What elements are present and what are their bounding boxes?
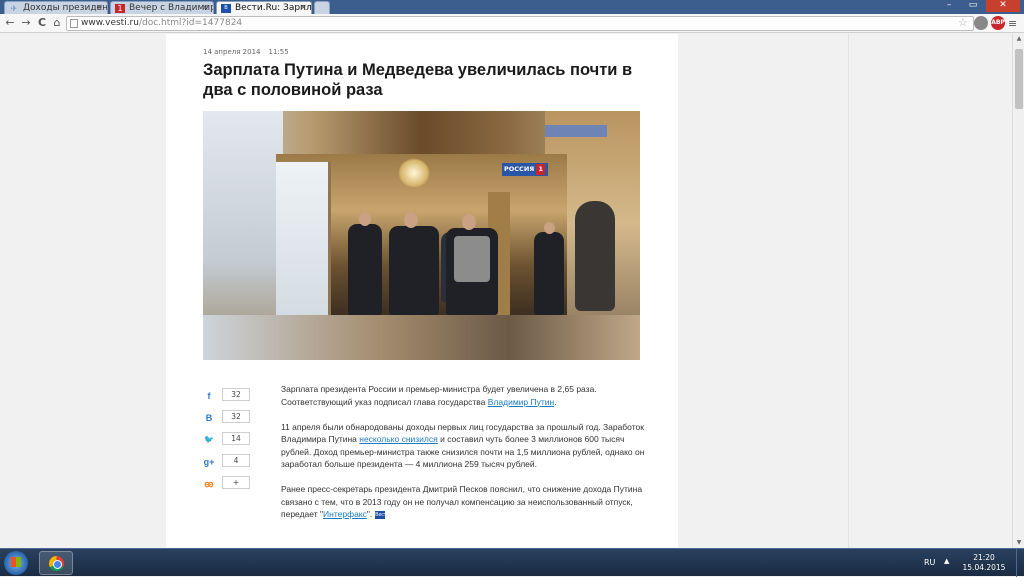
decreased-link[interactable]: несколько снизился — [359, 434, 437, 444]
article-time: 11:55 — [268, 48, 289, 56]
clock-date: 15.04.2015 — [962, 563, 1006, 572]
forward-button[interactable]: → — [19, 16, 33, 30]
twitter-icon[interactable]: 🐦 — [203, 434, 215, 446]
tab-bar: ✈ Доходы президента × 1 Вечер с Владимир… — [0, 0, 1024, 14]
show-desktop-button[interactable] — [1016, 549, 1024, 577]
address-bar[interactable]: www.vesti.ru/doc.html?id=1477824 — [66, 16, 974, 31]
person-head — [544, 222, 555, 234]
chandelier — [398, 158, 430, 188]
language-indicator[interactable]: RU — [924, 558, 935, 567]
putin-link[interactable]: Владимир Путин — [488, 397, 554, 407]
close-icon[interactable]: × — [201, 2, 209, 14]
grey-vest — [454, 236, 490, 282]
url-host: www.vesti.ru — [81, 18, 139, 28]
vkontakte-icon[interactable]: В — [203, 412, 215, 424]
blurred-logo — [545, 125, 607, 137]
share-count: 32 — [222, 410, 250, 423]
reload-button[interactable]: C — [35, 16, 49, 30]
close-icon[interactable]: × — [299, 2, 307, 14]
scroll-down-arrow-icon[interactable]: ▼ — [1014, 538, 1024, 548]
person-figure — [348, 224, 382, 315]
tab-vesti[interactable]: В Вести.Ru: Зарплата × — [216, 1, 312, 14]
blurred-person — [575, 201, 615, 311]
extension-icon[interactable] — [974, 16, 988, 30]
photo-blur-bottom — [203, 315, 640, 360]
sidebar-divider — [848, 34, 849, 548]
share-twitter[interactable]: 🐦 14 — [203, 431, 253, 453]
tab-income[interactable]: ✈ Доходы президента × — [4, 1, 108, 14]
abp-icon[interactable]: ABP — [991, 16, 1005, 30]
system-clock[interactable]: 21:20 15.04.2015 — [962, 553, 1006, 573]
browser-toolbar: ← → C ⌂ www.vesti.ru/doc.html?id=1477824… — [0, 14, 1024, 33]
video-frame: РОССИЯ 1 — [276, 154, 567, 315]
start-button[interactable] — [4, 551, 28, 575]
page-scrollbar[interactable]: ▲ ▼ — [1012, 34, 1024, 548]
article-body: Зарплата президента России и премьер-мин… — [281, 383, 646, 533]
close-window-button[interactable]: ✕ — [986, 0, 1020, 12]
odnoklassniki-icon[interactable]: ꙭ — [203, 478, 215, 490]
tray-arrow-icon[interactable]: ▲ — [944, 557, 949, 565]
vesti-source-icon[interactable]: Вести — [375, 510, 389, 519]
paragraph: Зарплата президента России и премьер-мин… — [281, 384, 597, 407]
bookmark-star-icon[interactable]: ☆ — [958, 16, 968, 29]
page-icon — [70, 19, 78, 28]
interfax-link[interactable]: Интерфакс — [323, 509, 367, 519]
share-count: 4 — [222, 454, 250, 467]
vesti-icon: В — [221, 4, 231, 13]
minimize-button[interactable]: – — [938, 0, 960, 12]
share-count: + — [222, 476, 250, 489]
share-google-plus[interactable]: g+ 4 — [203, 453, 253, 475]
taskbar-chrome-button[interactable] — [39, 551, 73, 575]
person-head — [359, 212, 371, 226]
article-title: Зарплата Путина и Медведева увеличилась … — [203, 61, 633, 99]
person-figure — [389, 226, 439, 315]
tab-evening[interactable]: 1 Вечер с Владимиром × — [110, 1, 214, 14]
google-plus-icon[interactable]: g+ — [203, 456, 215, 468]
scroll-up-arrow-icon[interactable]: ▲ — [1014, 34, 1024, 44]
person-figure — [534, 232, 564, 315]
channel-one-icon: 1 — [115, 4, 125, 13]
share-vkontakte[interactable]: В 32 — [203, 409, 253, 431]
article-meta: 14 апреля 2014 11:55 — [203, 48, 289, 56]
home-button[interactable]: ⌂ — [50, 16, 64, 30]
share-facebook[interactable]: f 32 — [203, 387, 253, 409]
back-button[interactable]: ← — [3, 16, 17, 30]
share-panel: f 32 В 32 🐦 14 g+ 4 ꙭ + — [203, 387, 253, 497]
share-count: 32 — [222, 388, 250, 401]
person-head — [404, 212, 418, 228]
page-viewport: 14 апреля 2014 11:55 Зарплата Путина и Ме… — [0, 34, 1012, 548]
person-head — [462, 214, 476, 230]
url-path: /doc.html?id=1477824 — [138, 18, 243, 28]
scroll-thumb[interactable] — [1015, 49, 1023, 109]
chrome-icon — [49, 556, 64, 571]
glass-doors — [276, 162, 331, 315]
windows-logo-icon — [11, 557, 21, 567]
window-controls: – ▭ ✕ — [938, 0, 1020, 14]
maximize-button[interactable]: ▭ — [962, 0, 984, 12]
facebook-icon[interactable]: f — [203, 390, 215, 402]
paragraph: Ранее пресс-секретарь президента Дмитрий… — [281, 484, 643, 519]
article-date: 14 апреля 2014 — [203, 48, 261, 56]
clock-time: 21:20 — [973, 553, 995, 562]
close-icon[interactable]: × — [95, 2, 103, 14]
windows-taskbar: RU ▲ 21:20 15.04.2015 — [0, 548, 1024, 577]
article-column: 14 апреля 2014 11:55 Зарплата Путина и Ме… — [166, 34, 678, 548]
new-tab-button[interactable] — [314, 1, 330, 14]
paragraph: 11 апреля были обнародованы доходы первы… — [281, 421, 645, 470]
russia-1-logo: РОССИЯ 1 — [502, 163, 548, 176]
share-odnoklassniki[interactable]: ꙭ + — [203, 475, 253, 497]
menu-icon[interactable]: ≡ — [1008, 17, 1017, 30]
share-count: 14 — [222, 432, 250, 445]
plane-icon: ✈ — [10, 4, 18, 13]
article-photo[interactable]: РОССИЯ 1 — [203, 111, 640, 360]
